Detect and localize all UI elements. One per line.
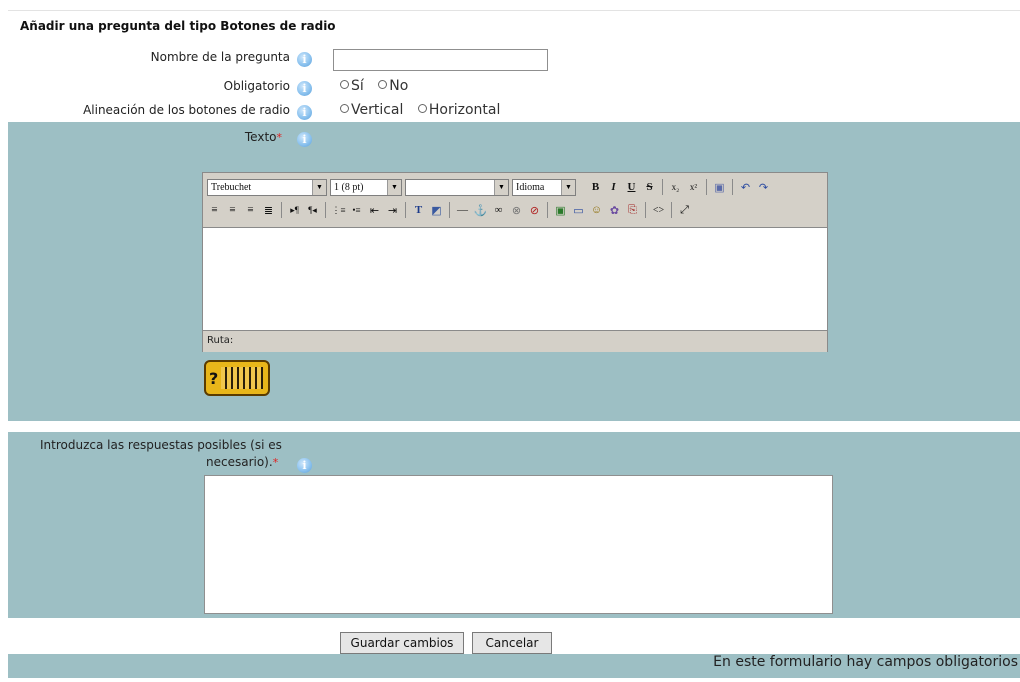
clean-word-icon[interactable]: ▣: [712, 178, 727, 196]
subscript-icon[interactable]: x₂: [668, 178, 683, 196]
table-icon[interactable]: ▭: [571, 201, 586, 219]
nolink-icon[interactable]: ⊘: [527, 201, 542, 219]
radio-required-yes[interactable]: [340, 80, 349, 89]
radio-alignment-vertical[interactable]: [340, 104, 349, 113]
form-title: Añadir una pregunta del tipo Botones de …: [20, 19, 336, 33]
chevron-down-icon: ▼: [561, 179, 575, 195]
toolbar-separator: [671, 202, 672, 218]
anchor-icon[interactable]: ⚓: [473, 201, 488, 219]
html-source-icon[interactable]: <>: [651, 201, 666, 219]
keyboard-help-icon[interactable]: ?: [204, 360, 270, 396]
rtl-icon[interactable]: ¶◂: [305, 201, 320, 219]
special-char-icon[interactable]: ✿: [607, 201, 622, 219]
indent-icon[interactable]: ⇥: [385, 201, 400, 219]
outdent-icon[interactable]: ⇤: [367, 201, 382, 219]
required-fields-note: En este formulario hay campos obligatori…: [713, 654, 1018, 670]
text-label-text: Texto: [244, 130, 277, 144]
required-label: Obligatorio: [223, 79, 290, 93]
radio-label: Horizontal: [428, 102, 501, 118]
ordered-list-icon[interactable]: ⋮≡: [331, 201, 346, 219]
font-size-select[interactable]: 1 (8 pt) ▼: [330, 178, 402, 196]
font-size-value: 1 (8 pt): [334, 181, 364, 193]
image-icon[interactable]: ▣: [553, 201, 568, 219]
link-icon[interactable]: ∞: [491, 201, 506, 219]
format-select[interactable]: ▼: [405, 178, 509, 196]
undo-icon[interactable]: ↶: [738, 178, 753, 196]
bold-icon[interactable]: B: [588, 178, 603, 196]
question-name-input[interactable]: [333, 49, 548, 71]
save-button[interactable]: Guardar cambios: [340, 632, 464, 654]
chevron-down-icon: ▼: [387, 179, 401, 195]
toolbar-separator: [645, 202, 646, 218]
answers-label-line1: Introduzca las respuestas posibles (si e…: [40, 438, 282, 452]
font-family-value: Trebuchet: [211, 181, 252, 193]
question-name-label: Nombre de la pregunta: [150, 50, 290, 64]
unordered-list-icon[interactable]: •≡: [349, 201, 364, 219]
info-icon[interactable]: [297, 81, 312, 96]
toolbar-separator: [732, 179, 733, 195]
unlink-icon[interactable]: ⊗: [509, 201, 524, 219]
language-value: Idioma: [516, 181, 545, 193]
redo-icon[interactable]: ↷: [756, 178, 771, 196]
required-star-icon: *: [272, 456, 279, 469]
toolbar-separator: [405, 202, 406, 218]
font-family-select[interactable]: Trebuchet ▼: [207, 178, 327, 196]
radio-label: Sí: [351, 78, 364, 94]
editor-path-bar: Ruta:: [203, 332, 827, 352]
answers-textarea[interactable]: [204, 475, 833, 614]
toolbar-separator: [706, 179, 707, 195]
toolbar-separator: [662, 179, 663, 195]
info-icon[interactable]: [297, 458, 312, 473]
radio-label: No: [389, 78, 409, 94]
toolbar-separator: [281, 202, 282, 218]
superscript-icon[interactable]: x²: [686, 178, 701, 196]
text-label: Texto*: [245, 130, 282, 144]
required-radio-group: Sí No: [340, 78, 418, 94]
toolbar-separator: [547, 202, 548, 218]
keyboard-icon: [221, 367, 264, 389]
alignment-label: Alineación de los botones de radio: [83, 103, 290, 117]
cancel-button[interactable]: Cancelar: [472, 632, 552, 654]
fullscreen-icon[interactable]: ⤢: [677, 201, 692, 219]
answers-label-text: necesario).: [206, 455, 273, 469]
radio-alignment-horizontal[interactable]: [417, 104, 427, 113]
align-left-icon[interactable]: ≡: [207, 201, 222, 219]
chevron-down-icon: ▼: [312, 179, 326, 195]
ltr-icon[interactable]: ▸¶: [287, 201, 302, 219]
toolbar-separator: [325, 202, 326, 218]
question-mark-icon: ?: [209, 368, 219, 388]
info-icon[interactable]: [297, 132, 312, 147]
info-icon[interactable]: [297, 52, 312, 67]
italic-icon[interactable]: I: [606, 178, 621, 196]
align-center-icon[interactable]: ≡: [225, 201, 240, 219]
background-color-icon[interactable]: ◩: [429, 201, 444, 219]
html-editor: Trebuchet ▼ 1 (8 pt) ▼ ▼ Idioma ▼ B I U S x…: [202, 172, 828, 352]
language-select[interactable]: Idioma ▼: [512, 178, 576, 196]
editor-toolbar-row-2: ≡ ≡ ≡ ≣ ▸¶ ¶◂ ⋮≡ •≡ ⇤ ⇥ T ◩ — ⚓ ∞ ⊗ ⊘ ▣ …: [203, 199, 827, 221]
toolbar-separator: [449, 202, 450, 218]
search-replace-icon[interactable]: ⎘: [625, 201, 640, 219]
text-color-icon[interactable]: T: [411, 201, 426, 219]
smiley-icon[interactable]: ☺: [589, 201, 604, 219]
required-star-icon: *: [276, 131, 283, 144]
editor-content-area[interactable]: [203, 227, 827, 331]
answers-label-line2: necesario).*: [206, 455, 278, 469]
radio-label: Vertical: [351, 102, 404, 118]
align-right-icon[interactable]: ≡: [243, 201, 258, 219]
horizontal-rule-icon[interactable]: —: [455, 201, 470, 219]
info-icon[interactable]: [297, 105, 312, 120]
strikethrough-icon[interactable]: S: [642, 178, 657, 196]
editor-toolbar-row-1: Trebuchet ▼ 1 (8 pt) ▼ ▼ Idioma ▼ B I U S x…: [203, 176, 827, 198]
alignment-radio-group: Vertical Horizontal: [340, 102, 510, 118]
underline-icon[interactable]: U: [624, 178, 639, 196]
radio-required-no[interactable]: [378, 80, 388, 89]
justify-icon[interactable]: ≣: [261, 201, 276, 219]
chevron-down-icon: ▼: [494, 179, 508, 195]
